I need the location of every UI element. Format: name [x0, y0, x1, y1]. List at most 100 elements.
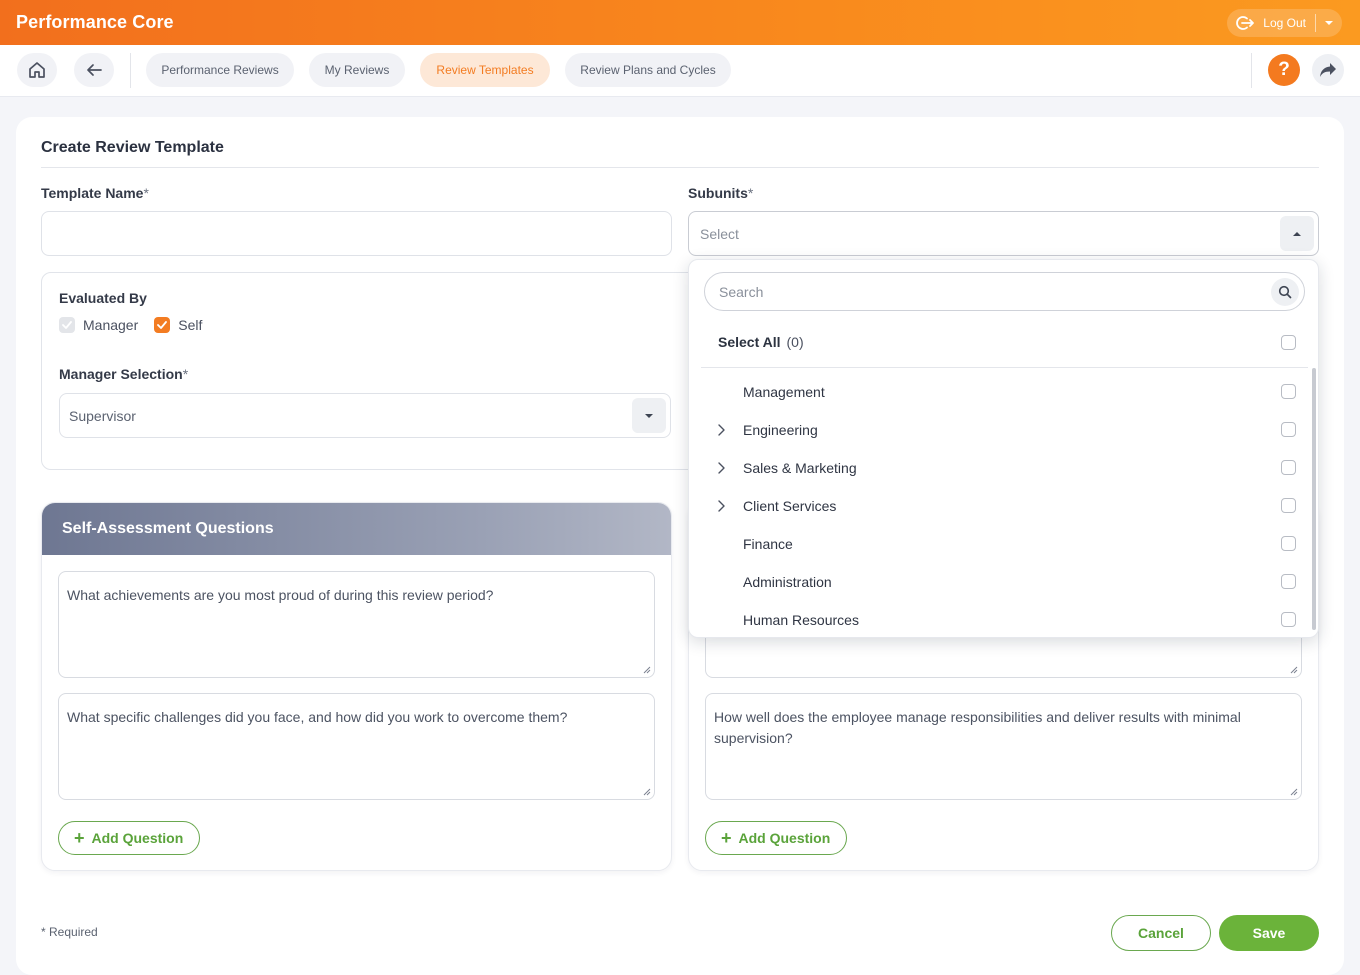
subunits-label-text: Subunits	[688, 185, 748, 201]
resize-grip-icon[interactable]	[1290, 666, 1298, 674]
manager-checkbox	[59, 317, 75, 333]
tab-review-plans-and-cycles[interactable]: Review Plans and Cycles	[565, 53, 731, 87]
dropdown-search-input[interactable]: Search	[704, 272, 1305, 311]
add-question-label: Add Question	[738, 830, 831, 846]
logout-button[interactable]: Log Out	[1227, 9, 1315, 37]
template-name-label-text: Template Name	[41, 185, 144, 201]
chevron-right-icon[interactable]	[717, 462, 725, 474]
subunit-option-label: Human Resources	[743, 612, 859, 628]
share-button[interactable]	[1312, 54, 1344, 86]
subunit-checkbox[interactable]	[1281, 536, 1296, 551]
search-placeholder: Search	[719, 284, 764, 300]
required-mark: *	[143, 185, 149, 201]
add-manager-question-button[interactable]: + Add Question	[705, 821, 848, 855]
home-icon	[29, 62, 45, 78]
select-all-row[interactable]: Select All (0)	[718, 334, 804, 350]
manager-selection-label-text: Manager Selection	[59, 366, 183, 382]
subunit-checkbox[interactable]	[1281, 384, 1296, 399]
resize-grip-icon[interactable]	[1290, 788, 1298, 796]
required-mark: *	[747, 185, 754, 201]
manager-selection-toggle[interactable]	[632, 398, 666, 433]
subunit-checkbox[interactable]	[1281, 574, 1296, 589]
logout-label: Log Out	[1263, 16, 1306, 30]
app-title: Performance Core	[16, 12, 174, 32]
subunit-checkbox[interactable]	[1281, 460, 1296, 475]
self-checkbox[interactable]	[154, 317, 171, 333]
self-question-1[interactable]: What achievements are you most proud of …	[58, 571, 655, 678]
template-name-label: Template Name*	[41, 185, 149, 201]
subunit-option-management[interactable]: Management	[689, 373, 1309, 411]
select-all-checkbox[interactable]	[1281, 335, 1296, 350]
page-title: Create Review Template	[41, 139, 224, 156]
select-all-label: Select All	[718, 334, 781, 350]
check-icon	[157, 321, 168, 329]
home-button[interactable]	[17, 53, 57, 87]
subunits-placeholder: Select	[700, 226, 739, 242]
manager-selection-label: Manager Selection*	[59, 366, 188, 382]
plus-icon: +	[74, 828, 85, 848]
manager-option-label: Manager	[83, 317, 139, 333]
self-question-2[interactable]: What specific challenges did you face, a…	[58, 693, 655, 800]
nav-divider	[130, 53, 131, 88]
nav-divider-right	[1251, 53, 1252, 88]
resize-grip-icon[interactable]	[643, 666, 651, 674]
manager-question-2[interactable]: How well does the employee manage respon…	[705, 693, 1302, 800]
back-button[interactable]	[74, 53, 114, 87]
required-note: * Required	[41, 925, 98, 939]
save-button[interactable]: Save	[1219, 915, 1319, 951]
subunits-label: Subunits*	[688, 185, 753, 201]
search-icon	[1278, 285, 1292, 299]
subunit-checkbox[interactable]	[1281, 612, 1296, 627]
logout-menu-caret[interactable]	[1316, 9, 1342, 37]
tab-review-templates[interactable]: Review Templates	[420, 53, 550, 87]
caret-down-icon	[1325, 21, 1333, 25]
manager-selection-value: Supervisor	[69, 408, 136, 424]
top-bar: Performance Core Log Out	[0, 0, 1360, 45]
subunit-option-sales-marketing[interactable]: Sales & Marketing	[689, 449, 1309, 487]
help-button[interactable]: ?	[1268, 54, 1300, 86]
self-question-2-text: What specific challenges did you face, a…	[67, 709, 568, 725]
chevron-right-icon[interactable]	[717, 500, 725, 512]
subunits-toggle[interactable]	[1280, 216, 1314, 251]
subunit-option-administration[interactable]: Administration	[689, 563, 1309, 601]
caret-up-icon	[1293, 231, 1301, 236]
subunit-option-label: Administration	[743, 574, 832, 590]
template-name-input[interactable]	[41, 211, 672, 256]
cancel-button[interactable]: Cancel	[1111, 915, 1211, 951]
title-divider	[41, 167, 1319, 168]
subunit-option-label: Client Services	[743, 498, 837, 514]
caret-down-icon	[645, 413, 653, 418]
tab-performance-reviews[interactable]: Performance Reviews	[146, 53, 294, 87]
add-question-label: Add Question	[91, 830, 184, 846]
share-arrow-icon	[1320, 63, 1336, 77]
subunit-option-label: Finance	[743, 536, 793, 552]
subunit-option-client-services[interactable]: Client Services	[689, 487, 1309, 525]
self-question-1-text: What achievements are you most proud of …	[67, 587, 494, 603]
tab-my-reviews[interactable]: My Reviews	[309, 53, 405, 87]
subunit-checkbox[interactable]	[1281, 498, 1296, 513]
resize-grip-icon[interactable]	[643, 788, 651, 796]
add-self-question-button[interactable]: + Add Question	[58, 821, 201, 855]
self-assessment-panel: Self-Assessment Questions What achieveme…	[41, 502, 672, 871]
select-all-count: (0)	[786, 334, 804, 350]
subunits-dropdown: Search Select All (0) Management Engineer…	[688, 259, 1319, 638]
subunit-checkbox[interactable]	[1281, 422, 1296, 437]
subunit-option-label: Sales & Marketing	[743, 460, 857, 476]
subunit-option-human-resources[interactable]: Human Resources	[689, 601, 1309, 637]
evaluated-by-section: Evaluated By Manager Self Manager Select…	[41, 272, 701, 470]
search-button[interactable]	[1271, 278, 1299, 306]
subunits-select[interactable]: Select	[688, 211, 1319, 256]
manager-question-2-text: How well does the employee manage respon…	[714, 709, 1241, 746]
nav-bar: Performance Reviews My Reviews Review Te…	[0, 45, 1360, 97]
evaluated-by-label: Evaluated By	[59, 290, 147, 306]
check-icon	[62, 321, 72, 329]
plus-icon: +	[721, 828, 732, 848]
subunit-option-finance[interactable]: Finance	[689, 525, 1309, 563]
subunit-option-label: Management	[743, 384, 825, 400]
subunit-option-engineering[interactable]: Engineering	[689, 411, 1309, 449]
question-mark-icon: ?	[1278, 59, 1290, 80]
chevron-right-icon[interactable]	[717, 424, 725, 436]
logout-group: Log Out	[1227, 9, 1342, 37]
manager-selection-select[interactable]: Supervisor	[59, 393, 671, 438]
dropdown-scrollbar[interactable]	[1312, 368, 1316, 630]
